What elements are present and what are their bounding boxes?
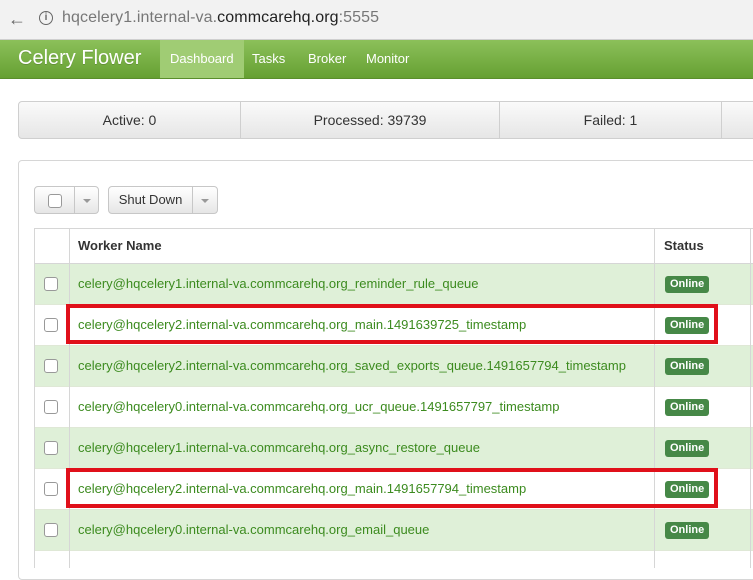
worker-name-link[interactable]: celery@hqcelery2.internal-va.commcarehq.…: [78, 346, 626, 386]
row-checkbox[interactable]: [44, 482, 58, 496]
chevron-down-icon: [82, 198, 91, 203]
status-badge: Online: [665, 358, 710, 375]
chevron-down-icon: [201, 198, 209, 203]
header-worker-name[interactable]: Worker Name: [78, 229, 162, 263]
stat-failed[interactable]: Failed: 1: [500, 102, 722, 138]
row-checkbox[interactable]: [44, 400, 58, 414]
status-badge: Online: [665, 440, 710, 457]
worker-name-link[interactable]: celery@hqcelery0.internal-va.commcarehq.…: [78, 510, 429, 550]
table-row: celery@hqcelery2.internal-va.commcarehq.…: [34, 305, 753, 346]
table-row: celery@hqcelery0.internal-va.commcarehq.…: [34, 387, 753, 428]
select-dropdown-button[interactable]: [75, 187, 98, 213]
table-header: Worker Name Status: [34, 228, 753, 264]
top-navbar: Celery Flower Dashboard Tasks Broker Mon…: [0, 40, 753, 79]
nav-dashboard[interactable]: Dashboard: [160, 40, 244, 78]
url-prefix: hqcelery1.internal-va.: [62, 9, 218, 26]
status-badge: Online: [665, 399, 710, 416]
shutdown-group: Shut Down: [108, 186, 218, 214]
column-divider: [750, 228, 751, 568]
table-border-left: [34, 228, 35, 568]
row-checkbox[interactable]: [44, 318, 58, 332]
header-status[interactable]: Status: [664, 229, 704, 263]
table-row: celery@hqcelery1.internal-va.commcarehq.…: [34, 428, 753, 469]
nav-monitor[interactable]: Monitor: [356, 40, 419, 78]
stat-active[interactable]: Active: 0: [19, 102, 241, 138]
url-domain: commcarehq.org: [217, 9, 339, 26]
shutdown-dropdown-button[interactable]: [193, 187, 217, 213]
shutdown-button[interactable]: Shut Down: [109, 187, 193, 213]
select-all-button[interactable]: [35, 187, 75, 213]
row-checkbox[interactable]: [44, 277, 58, 291]
status-badge: Online: [665, 317, 710, 334]
worker-name-link[interactable]: celery@hqcelery2.internal-va.commcarehq.…: [78, 469, 526, 509]
select-all-group: [34, 186, 99, 214]
back-arrow-icon[interactable]: ←: [6, 8, 28, 30]
table-row: celery@hqcelery1.internal-va.commcarehq.…: [34, 264, 753, 305]
status-badge: Online: [665, 276, 710, 293]
worker-name-link[interactable]: celery@hqcelery2.internal-va.commcarehq.…: [78, 305, 526, 345]
url-text[interactable]: hqcelery1.internal-va.commcarehq.org:555…: [62, 9, 379, 27]
worker-name-link[interactable]: celery@hqcelery0.internal-va.commcarehq.…: [78, 387, 559, 427]
row-checkbox[interactable]: [44, 359, 58, 373]
nav-broker[interactable]: Broker: [298, 40, 356, 78]
column-divider: [654, 228, 655, 568]
row-checkbox[interactable]: [44, 523, 58, 537]
workers-table: Worker Name Status celery@hqcelery1.inte…: [34, 228, 753, 568]
nav-tasks[interactable]: Tasks: [242, 40, 295, 78]
status-badge: Online: [665, 481, 710, 498]
select-all-checkbox[interactable]: [47, 193, 62, 208]
table-row: celery@hqcelery2.internal-va.commcarehq.…: [34, 346, 753, 387]
table-row: celery@hqcelery2.internal-va.commcarehq.…: [34, 469, 753, 510]
browser-url-bar[interactable]: ← i hqcelery1.internal-va.commcarehq.org…: [0, 0, 753, 40]
stat-overflow: [722, 102, 753, 138]
info-icon[interactable]: i: [39, 11, 53, 25]
url-suffix: :5555: [338, 9, 380, 26]
table-row: celery@hqcelery0.internal-va.commcarehq.…: [34, 510, 753, 551]
column-divider: [69, 228, 70, 568]
worker-name-link[interactable]: celery@hqcelery1.internal-va.commcarehq.…: [78, 264, 479, 304]
stat-processed[interactable]: Processed: 39739: [241, 102, 500, 138]
worker-name-link[interactable]: celery@hqcelery1.internal-va.commcarehq.…: [78, 428, 480, 468]
brand-title[interactable]: Celery Flower: [18, 47, 141, 70]
status-badge: Online: [665, 522, 710, 539]
stats-bar: Active: 0 Processed: 39739 Failed: 1: [18, 101, 753, 139]
row-checkbox[interactable]: [44, 441, 58, 455]
